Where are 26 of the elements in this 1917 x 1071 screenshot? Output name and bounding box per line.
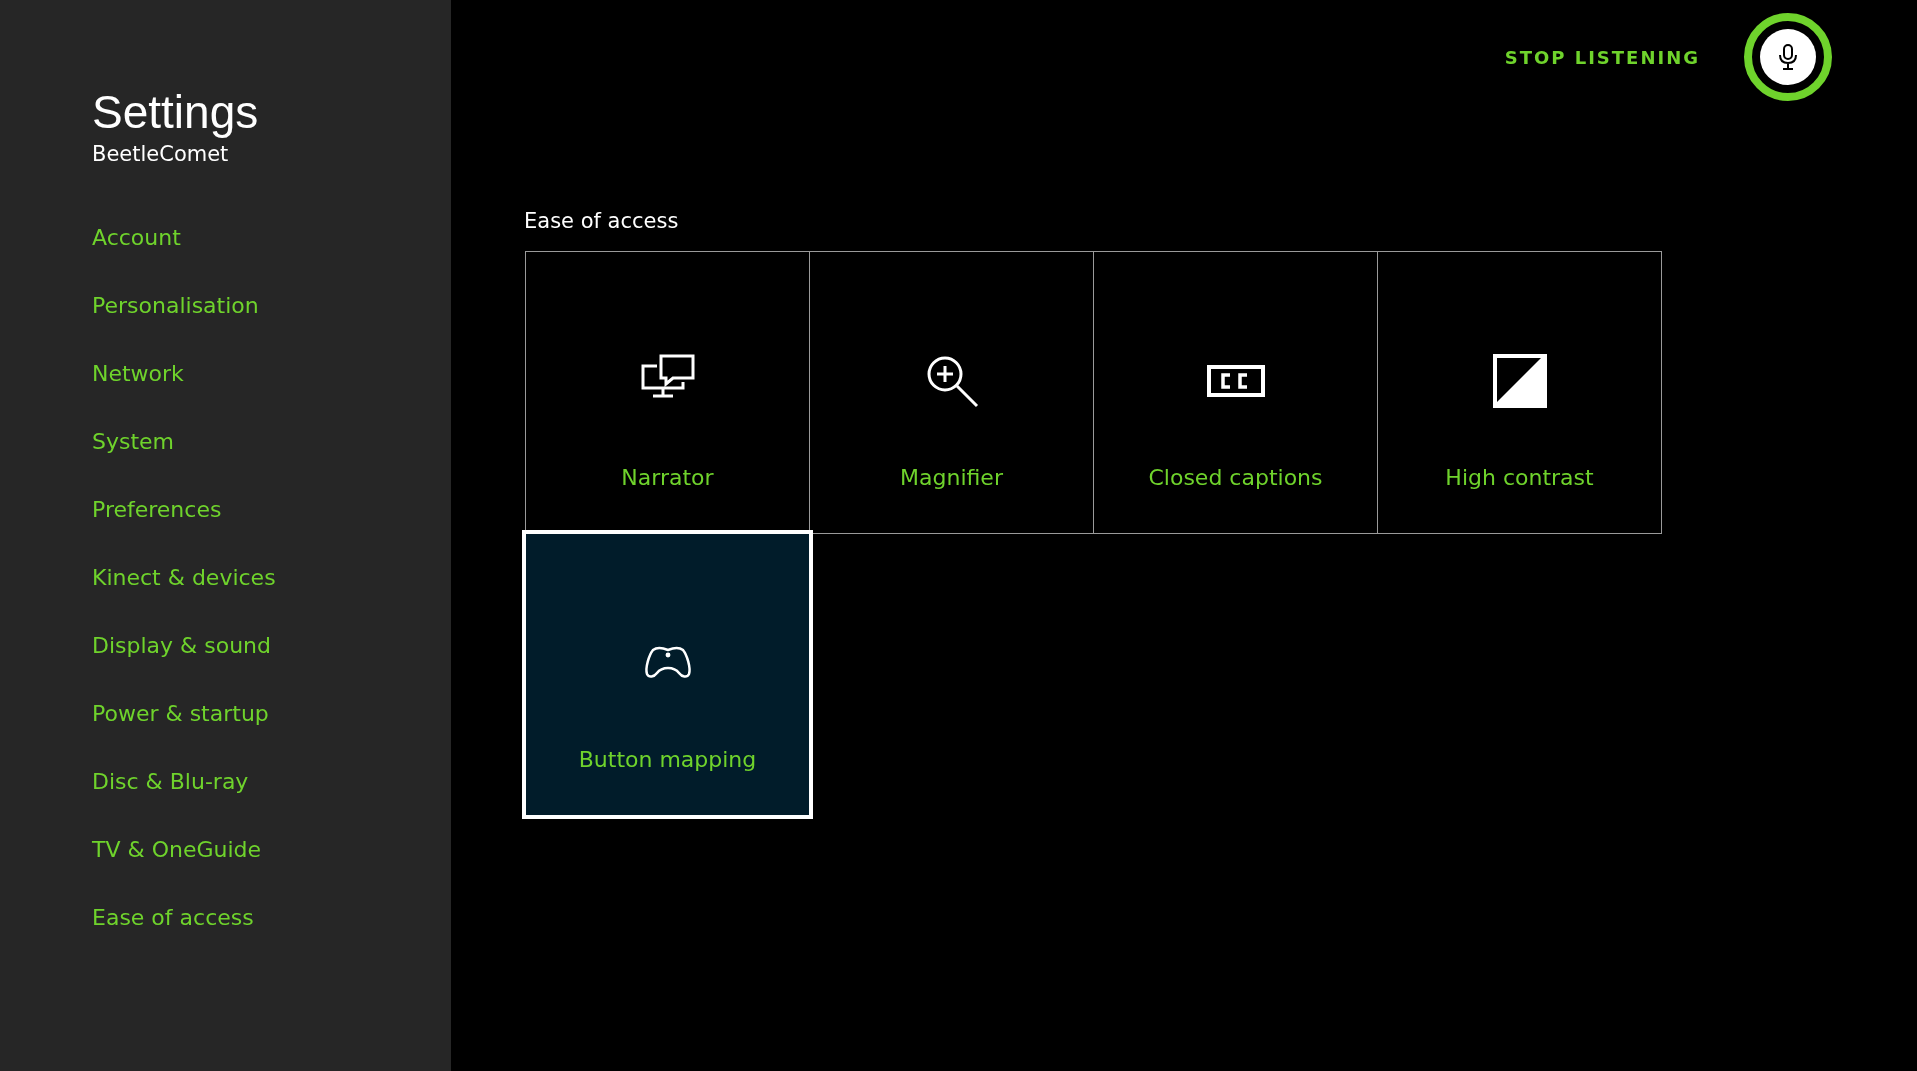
contrast-icon	[1490, 352, 1549, 410]
menu-item[interactable]: Display & sound	[92, 628, 451, 696]
menu-item[interactable]: Network	[92, 356, 451, 424]
menu-item[interactable]: Preferences	[92, 492, 451, 560]
tile-label: High contrast	[1445, 465, 1594, 490]
setting-tile[interactable]: Closed captions	[1093, 251, 1378, 534]
menu-item[interactable]: Disc & Blu-ray	[92, 764, 451, 832]
menu-item[interactable]: Account	[92, 220, 451, 288]
setting-tile[interactable]: Magnifier	[809, 251, 1094, 534]
tile-label: Magnifier	[900, 465, 1003, 490]
page-title: Settings	[92, 85, 260, 140]
menu-item[interactable]: Ease of access	[92, 900, 451, 968]
microphone-icon	[1779, 44, 1797, 70]
tile-label: Button mapping	[578, 747, 757, 772]
menu-item[interactable]: System	[92, 424, 451, 492]
menu-item[interactable]: Kinect & devices	[92, 560, 451, 628]
menu-item[interactable]: Personalisation	[92, 288, 451, 356]
stop-listening-link[interactable]: STOP LISTENING	[1504, 46, 1700, 68]
tile-label: Narrator	[621, 465, 714, 490]
menu-item[interactable]: TV & OneGuide	[92, 832, 451, 900]
tile-label: Closed captions	[1148, 465, 1323, 490]
setting-tile[interactable]: High contrast	[1377, 251, 1662, 534]
menu-item[interactable]: Power & startup	[92, 696, 451, 764]
setting-tile[interactable]: Button mapping	[525, 533, 810, 816]
username: BeetleComet	[92, 142, 230, 166]
section-title: Ease of access	[524, 209, 680, 233]
